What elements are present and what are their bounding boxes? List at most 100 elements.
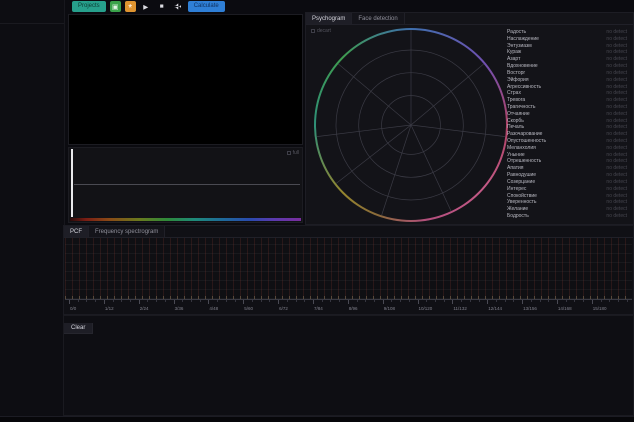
axis-tick-minor xyxy=(540,300,541,302)
axis-tick-minor xyxy=(400,300,401,302)
axis-tick-minor xyxy=(287,300,288,302)
emotion-row: Опустошенностьno detect xyxy=(507,138,627,144)
spectrogram-plot[interactable] xyxy=(65,238,632,299)
emotion-label: Радость xyxy=(507,29,526,35)
polar-spoke xyxy=(336,125,411,184)
axis-tick-minor xyxy=(182,300,183,302)
volume-button[interactable] xyxy=(172,1,184,12)
axis-tick-major xyxy=(313,300,314,304)
emotion-row: Разочарованиеno detect xyxy=(507,131,627,137)
volume-icon xyxy=(174,3,181,10)
emotion-label: Трагичность xyxy=(507,104,536,110)
emotion-value: no detect xyxy=(606,213,627,219)
axis-tick-minor xyxy=(357,300,358,302)
axis-tick-minor xyxy=(261,300,262,302)
emotion-row: Скорбьno detect xyxy=(507,118,627,124)
axis-tick-major xyxy=(557,300,558,304)
psychogram-chart xyxy=(314,28,508,222)
calculate-button[interactable]: Calculate xyxy=(188,1,225,12)
tab-psychogram[interactable]: Psychogram xyxy=(306,13,352,24)
axis-label: 0/0 xyxy=(70,306,76,311)
emotion-row: Апатияno detect xyxy=(507,165,627,171)
axis-tick-minor xyxy=(426,300,427,302)
emotion-label: Агрессивность xyxy=(507,84,541,90)
emotion-row: Куражno detect xyxy=(507,49,627,55)
emotion-value: no detect xyxy=(606,124,627,130)
axis-label: 10/120 xyxy=(419,306,433,311)
waveform-panel[interactable]: full xyxy=(68,147,303,223)
emotion-value: no detect xyxy=(606,199,627,205)
axis-tick-major xyxy=(104,300,105,304)
axis-tick-minor xyxy=(496,300,497,302)
axis-tick-minor xyxy=(548,300,549,302)
full-checkbox[interactable]: full xyxy=(287,150,299,156)
tab-frequency-spectrogram[interactable]: Frequency spectrogram xyxy=(89,226,165,237)
emotion-value: no detect xyxy=(606,90,627,96)
stop-button[interactable]: ■ xyxy=(156,1,168,12)
status-bar xyxy=(0,416,634,422)
emotion-row: Созерцаниеno detect xyxy=(507,179,627,185)
emotion-value: no detect xyxy=(606,104,627,110)
full-label: full xyxy=(293,150,299,156)
axis-tick-minor xyxy=(470,300,471,302)
axis-tick-minor xyxy=(479,300,480,302)
star-button[interactable]: * xyxy=(125,1,136,12)
play-icon: ▶ xyxy=(143,3,148,11)
axis-tick-minor xyxy=(191,300,192,302)
emotion-value: no detect xyxy=(606,77,627,83)
emotion-value: no detect xyxy=(606,145,627,151)
axis-label: 3/36 xyxy=(175,306,184,311)
emotion-label: Разочарование xyxy=(507,131,542,137)
psychogram-tabs: Psychogram Face detection xyxy=(306,13,633,25)
tab-pcf[interactable]: PCF xyxy=(64,226,89,237)
emotion-label: Скорбь xyxy=(507,118,524,124)
emotion-label: Опустошенность xyxy=(507,138,546,144)
axis-tick-minor xyxy=(339,300,340,302)
polar-spoke xyxy=(382,125,411,215)
axis-tick-minor xyxy=(296,300,297,302)
emotion-label: Равнодушие xyxy=(507,172,536,178)
stop-icon: ■ xyxy=(160,3,164,10)
emotion-row: Тревогаno detect xyxy=(507,97,627,103)
play-button[interactable]: ▶ xyxy=(140,1,152,12)
axis-label: 12/144 xyxy=(488,306,502,311)
emotion-row: Уверенностьno detect xyxy=(507,199,627,205)
polar-spoke xyxy=(411,125,451,211)
axis-tick-minor xyxy=(86,300,87,302)
polar-spoke xyxy=(411,64,484,125)
axis-tick-minor xyxy=(147,300,148,302)
checkbox-icon xyxy=(287,151,291,155)
projects-button[interactable]: Projects xyxy=(72,1,106,12)
emotion-row: Отрешенностьno detect xyxy=(507,158,627,164)
axis-tick-minor xyxy=(252,300,253,302)
axis-tick-minor xyxy=(566,300,567,302)
playhead[interactable] xyxy=(71,149,73,217)
tab-face-detection[interactable]: Face detection xyxy=(352,13,404,24)
axis-tick-major xyxy=(174,300,175,304)
axis-tick-minor xyxy=(627,300,628,302)
save-button[interactable]: ▣ xyxy=(110,1,121,12)
emotion-row: Бодрость no detect xyxy=(507,213,627,219)
axis-tick-minor xyxy=(531,300,532,302)
emotion-row: Эйфорияno detect xyxy=(507,77,627,83)
axis-tick-minor xyxy=(235,300,236,302)
main-toolbar: Projects ▣ * ▶ ■ Calculate xyxy=(72,1,225,12)
axis-tick-minor xyxy=(130,300,131,302)
results-area xyxy=(64,328,633,415)
axis-label: 9/108 xyxy=(384,306,395,311)
emotion-row: Спокойствиеno detect xyxy=(507,193,627,199)
emotion-row: Уныниеno detect xyxy=(507,152,627,158)
emotion-label: Бодрость xyxy=(507,213,529,219)
app-window: Projects ▣ * ▶ ■ Calculate full Psychogr… xyxy=(0,0,634,422)
emotion-row: Азартno detect xyxy=(507,56,627,62)
emotion-value: no detect xyxy=(606,49,627,55)
emotion-value: no detect xyxy=(606,179,627,185)
axis-label: 15/180 xyxy=(593,306,607,311)
time-axis: 0/01/122/243/364/485/606/727/848/969/108… xyxy=(65,299,632,315)
axis-tick-major xyxy=(139,300,140,304)
axis-tick-minor xyxy=(391,300,392,302)
axis-tick-minor xyxy=(461,300,462,302)
emotion-value: no detect xyxy=(606,84,627,90)
video-preview xyxy=(68,14,303,145)
emotion-label: Отрешенность xyxy=(507,158,541,164)
